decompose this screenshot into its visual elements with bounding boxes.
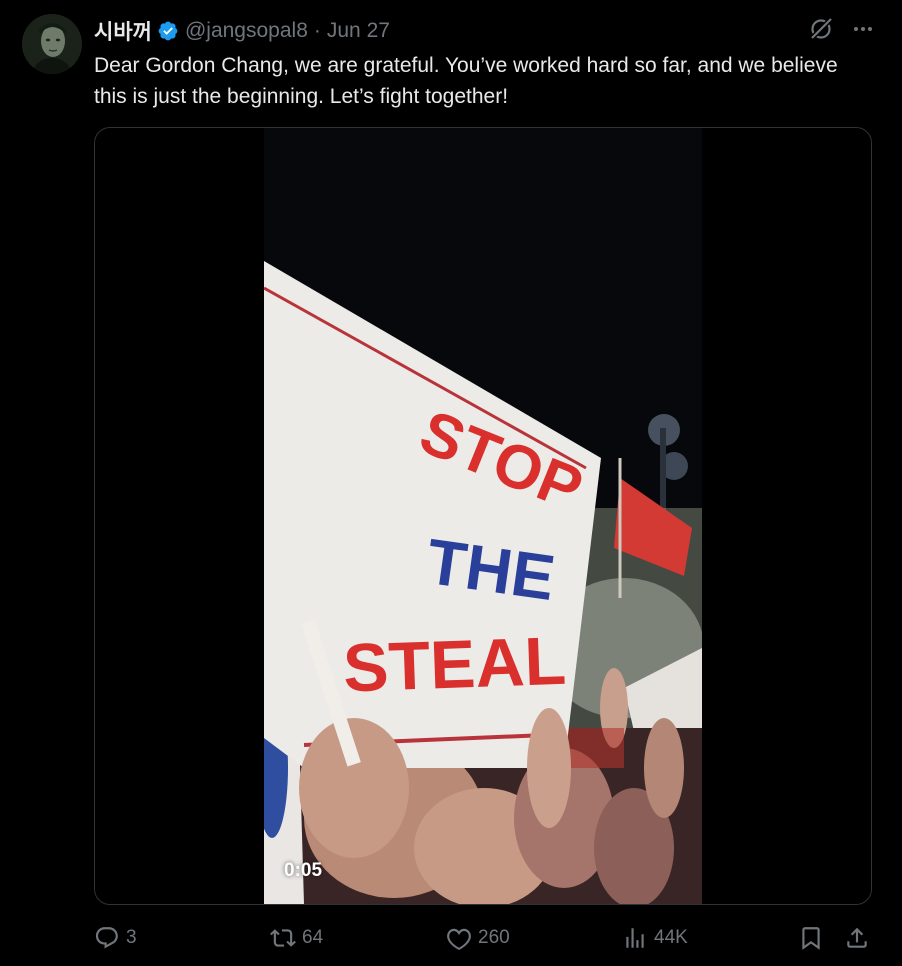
display-name[interactable]: 시바꺼 <box>94 16 152 46</box>
timestamp-link[interactable]: Jun 27 <box>327 19 390 43</box>
tweet-header: 시바꺼 @jangsopal8 · Jun 27 <box>94 16 390 46</box>
action-bar: 3 64 260 44K <box>94 920 874 956</box>
views-count: 44K <box>654 927 688 948</box>
video-player[interactable]: STOP THE STEAL 0:05 <box>264 128 702 904</box>
like-button[interactable]: 260 <box>446 920 510 956</box>
handle[interactable]: @jangsopal8 <box>185 19 308 43</box>
like-count: 260 <box>478 927 510 948</box>
grok-icon[interactable] <box>808 16 834 42</box>
more-icon[interactable] <box>852 18 874 40</box>
share-button[interactable] <box>844 920 870 956</box>
bookmark-button[interactable] <box>798 920 824 956</box>
bookmark-icon <box>798 925 824 951</box>
repost-icon <box>270 925 296 951</box>
views-icon <box>622 925 648 951</box>
reply-button[interactable]: 3 <box>94 920 137 956</box>
repost-button[interactable]: 64 <box>270 920 323 956</box>
top-actions <box>808 16 874 42</box>
views-button[interactable]: 44K <box>622 920 688 956</box>
video-timestamp: 0:05 <box>284 860 323 881</box>
share-icon <box>844 925 870 951</box>
sign-text-line-3: STEAL <box>342 623 567 707</box>
verified-badge-icon <box>157 20 179 42</box>
avatar[interactable] <box>22 14 82 74</box>
tweet[interactable]: 시바꺼 @jangsopal8 · Jun 27 Dear Gordon Cha… <box>0 0 902 966</box>
video-frame: STOP THE STEAL <box>264 128 702 904</box>
avatar-image <box>22 14 82 74</box>
separator: · <box>313 19 321 42</box>
media-container[interactable]: STOP THE STEAL 0:05 <box>94 127 872 905</box>
tweet-text: Dear Gordon Chang, we are grateful. You’… <box>94 54 838 108</box>
reply-count: 3 <box>126 927 137 948</box>
heart-icon <box>446 925 472 951</box>
reply-icon <box>94 925 120 951</box>
repost-count: 64 <box>302 927 324 948</box>
